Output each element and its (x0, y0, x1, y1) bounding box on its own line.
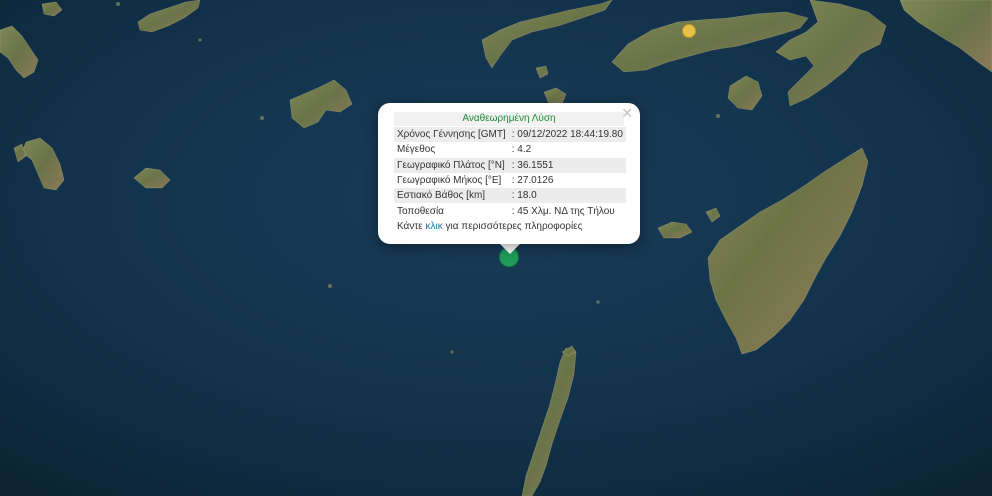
info-value: : 09/12/2022 18:44:19.80 (508, 127, 626, 143)
earthquake-popup: ✕ Αναθεωρημένη Λύση Χρόνος Γέννησης [GMT… (378, 103, 640, 244)
yellow-location-marker[interactable] (682, 24, 696, 38)
sea (0, 0, 992, 496)
info-label: Τοποθεσία (397, 205, 444, 217)
more-info-link[interactable]: κλικ (426, 221, 443, 232)
info-row-location: Τοποθεσία : 45 Χλμ. ΝΔ της Τήλου (394, 203, 626, 218)
islet-2 (328, 284, 332, 288)
popup-footer: Κάντε κλικ για περισσότερες πληροφορίες (394, 221, 624, 232)
satellite-map[interactable] (0, 0, 992, 496)
info-value: : 27.0126 (511, 175, 554, 187)
info-label: Γεωγραφικό Πλάτος [°N] (394, 157, 509, 173)
close-icon[interactable]: ✕ (621, 105, 633, 121)
info-label: Γεωγραφικό Μήκος [°E] (397, 175, 502, 187)
info-label: Μέγεθος (397, 144, 436, 156)
islet-5 (716, 114, 720, 118)
info-value: : 4.2 (511, 144, 532, 156)
popup-title: Αναθεωρημένη Λύση (394, 112, 624, 126)
info-value: : 36.1551 (508, 157, 626, 173)
info-label: Χρόνος Γέννησης [GMT] (394, 127, 509, 143)
footer-text-before: Κάντε (397, 220, 426, 232)
islet-1 (260, 116, 264, 120)
info-label: Εστιακό Βάθος [km] (394, 188, 509, 204)
info-value: : 45 Χλμ. ΝΔ της Τήλου (511, 205, 615, 217)
info-row-origin-time: Χρόνος Γέννησης [GMT] : 09/12/2022 18:44… (394, 127, 626, 143)
info-row-longitude: Γεωγραφικό Μήκος [°E] : 27.0126 (394, 173, 626, 188)
info-value: : 18.0 (508, 188, 626, 204)
islet-4 (116, 2, 120, 6)
islet-6 (596, 300, 600, 304)
info-row-latitude: Γεωγραφικό Πλάτος [°N] : 36.1551 (394, 157, 626, 173)
info-row-magnitude: Μέγεθος : 4.2 (394, 142, 626, 157)
earthquake-info-table: Χρόνος Γέννησης [GMT] : 09/12/2022 18:44… (394, 127, 626, 219)
islet-3 (450, 350, 454, 354)
footer-text-after: για περισσότερες πληροφορίες (442, 220, 583, 232)
islet-7 (198, 38, 202, 42)
info-row-depth: Εστιακό Βάθος [km] : 18.0 (394, 188, 626, 204)
popup-tip (499, 243, 521, 254)
